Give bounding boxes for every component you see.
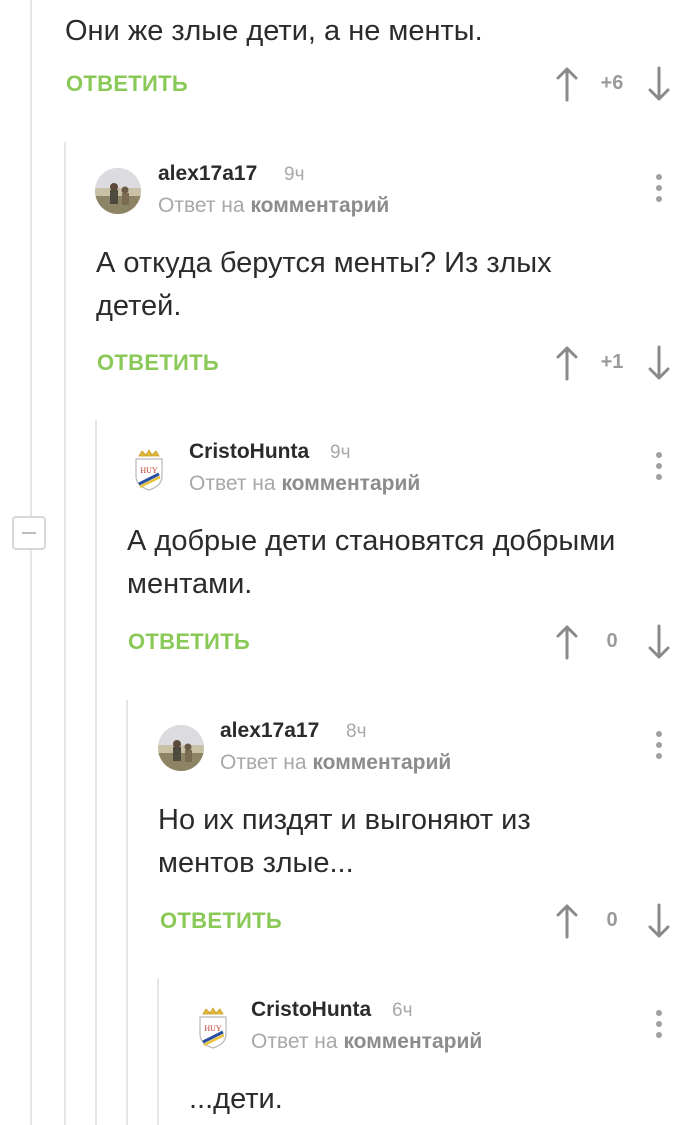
more-options-icon[interactable] bbox=[655, 1010, 663, 1040]
svg-text:HUY: HUY bbox=[204, 1024, 222, 1033]
reply-to-link[interactable]: комментарий bbox=[343, 1030, 482, 1053]
username[interactable]: CristoHunta bbox=[251, 998, 371, 1022]
crest-avatar-icon: HUY bbox=[190, 1004, 236, 1050]
reply-to-line: Ответ на комментарий bbox=[251, 1030, 482, 1054]
comment-time: 6ч bbox=[392, 1000, 413, 1021]
reply-to-prefix: Ответ на bbox=[251, 1030, 338, 1053]
comment-text: ...дети. bbox=[189, 1083, 283, 1115]
user-avatar[interactable]: HUY bbox=[190, 1004, 236, 1050]
comment: HUY CristoHunta 6ч Ответ на комментарий … bbox=[0, 0, 700, 1125]
